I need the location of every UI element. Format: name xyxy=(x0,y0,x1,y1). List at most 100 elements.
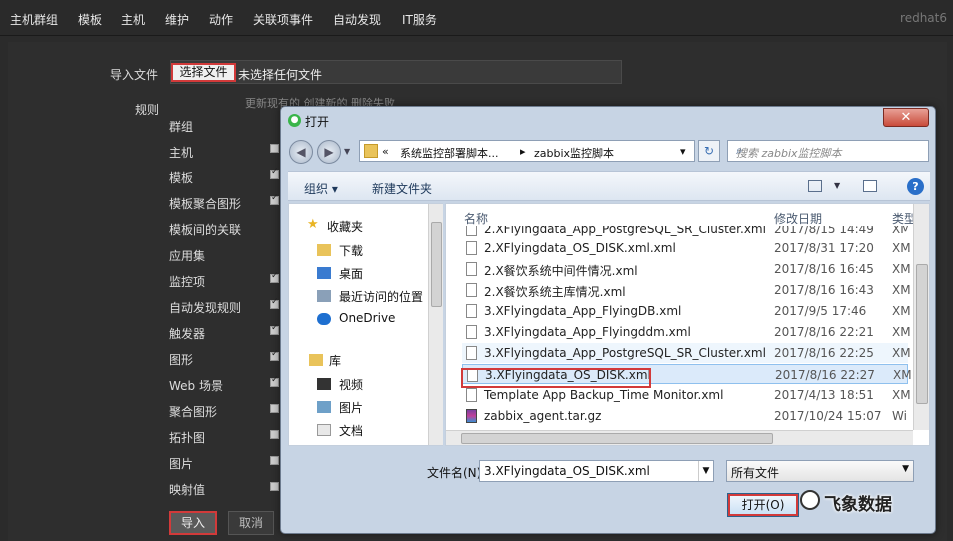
file-list: 名称 修改日期 类型 2.XFlyingdata_App_PostgreSQL_… xyxy=(445,203,930,446)
file-type: XM xyxy=(893,368,912,382)
nav-videos[interactable]: 视频 xyxy=(339,376,363,393)
rule-checkbox[interactable] xyxy=(270,297,279,309)
address-bar[interactable]: « 系统监控部署脚本... ▸ zabbix监控脚本 ▾ xyxy=(359,140,695,162)
rule-label: 模板 xyxy=(169,171,194,185)
nav-host-groups[interactable]: 主机群组 xyxy=(10,11,58,28)
view-dropdown-icon[interactable]: ▼ xyxy=(834,181,840,190)
file-type: Wi xyxy=(892,409,907,423)
nav-discovery[interactable]: 自动发现 xyxy=(333,11,381,28)
filename-dropdown-icon[interactable]: ▼ xyxy=(698,461,713,481)
file-type: XM xyxy=(892,304,911,318)
nav-templates[interactable]: 模板 xyxy=(78,11,102,28)
file-row[interactable]: 2.XFlyingdata_App_PostgreSQL_SR_Cluster.… xyxy=(462,226,908,238)
file-type: XM xyxy=(892,241,911,255)
nav-scroll-thumb[interactable] xyxy=(431,222,442,307)
file-date: 2017/8/16 22:21 xyxy=(774,325,874,339)
nav-actions[interactable]: 动作 xyxy=(209,11,233,28)
back-arrow-icon: ◀ xyxy=(296,145,306,159)
nav-it-services[interactable]: IT服务 xyxy=(402,11,437,28)
rule-label: 自动发现规则 xyxy=(169,301,242,315)
nav-pictures[interactable]: 图片 xyxy=(339,399,363,416)
file-list-vscrollbar[interactable] xyxy=(913,204,929,430)
file-row[interactable]: 3.XFlyingdata_App_Flyingddm.xml 2017/8/1… xyxy=(462,322,911,342)
back-button[interactable]: ◀ xyxy=(289,140,313,164)
history-dropdown-icon[interactable]: ▼ xyxy=(344,147,350,156)
rule-label: 触发器 xyxy=(169,327,206,341)
nav-documents[interactable]: 文档 xyxy=(339,422,363,439)
view-options-icon[interactable] xyxy=(808,180,822,192)
file-row[interactable]: zabbix_agent.tar.gz 2017/10/24 15:07 Wi xyxy=(462,406,908,426)
file-row[interactable]: 2.X餐饮系统中间件情况.xml 2017/8/16 16:45 XM xyxy=(462,259,911,279)
breadcrumb-separator-icon[interactable]: ▸ xyxy=(520,145,526,158)
rule-label: 模板间的关联 xyxy=(169,223,242,237)
wechat-logo-icon xyxy=(800,490,820,510)
user-name[interactable]: redhat6 xyxy=(900,11,947,25)
filetype-select[interactable]: 所有文件 ▼ xyxy=(726,460,914,482)
refresh-button[interactable]: ↻ xyxy=(698,140,720,162)
file-date: 2017/8/16 16:45 xyxy=(774,262,874,276)
import-button[interactable]: 导入 xyxy=(169,511,217,535)
rule-checkbox[interactable] xyxy=(270,144,279,153)
filename-input[interactable]: 3.XFlyingdata_OS_DISK.xml ▼ xyxy=(479,460,714,482)
help-icon[interactable]: ? xyxy=(907,178,924,195)
breadcrumb-segment-1[interactable]: 系统监控部署脚本... xyxy=(400,145,499,161)
library-icon xyxy=(309,354,323,366)
xml-file-icon xyxy=(466,325,477,339)
new-folder-button[interactable]: 新建文件夹 xyxy=(372,180,432,197)
rule-checkbox[interactable] xyxy=(270,167,279,179)
organize-menu[interactable]: 组织 ▾ xyxy=(304,180,338,197)
file-row[interactable]: Template App Backup_Time Monitor.xml 201… xyxy=(462,385,911,405)
rule-checkbox[interactable] xyxy=(270,271,279,283)
nav-maintenance[interactable]: 维护 xyxy=(165,11,189,28)
nav-favorites[interactable]: 收藏夹 xyxy=(327,218,363,235)
file-name: 2.XFlyingdata_App_PostgreSQL_SR_Cluster.… xyxy=(484,226,766,236)
choose-file-button[interactable]: 选择文件 xyxy=(171,63,236,82)
vscroll-thumb[interactable] xyxy=(916,264,928,404)
file-row[interactable]: 2.X餐饮系统主库情况.xml 2017/8/16 16:43 XM xyxy=(462,280,911,300)
preview-pane-icon[interactable] xyxy=(863,180,877,192)
forward-button[interactable]: ▶ xyxy=(317,140,341,164)
xml-file-icon xyxy=(466,388,477,402)
rule-checkbox[interactable] xyxy=(270,375,279,387)
nav-hosts[interactable]: 主机 xyxy=(121,11,145,28)
rule-label: 主机 xyxy=(169,146,194,160)
file-type: XM xyxy=(892,226,908,236)
nav-recent[interactable]: 最近访问的位置 xyxy=(339,288,423,305)
nav-library[interactable]: 库 xyxy=(329,352,341,369)
refresh-icon: ↻ xyxy=(703,144,715,158)
file-type: XM xyxy=(892,283,911,297)
file-date: 2017/10/24 15:07 xyxy=(774,409,882,423)
rule-checkbox[interactable] xyxy=(270,482,279,491)
nav-scrollbar[interactable] xyxy=(428,204,443,445)
rule-checkbox[interactable] xyxy=(270,430,279,439)
file-row[interactable]: 3.XFlyingdata_App_FlyingDB.xml 2017/9/5 … xyxy=(462,301,911,321)
rule-checkbox[interactable] xyxy=(270,349,279,361)
breadcrumb-segment-2[interactable]: zabbix监控脚本 xyxy=(534,145,614,161)
favorites-star-icon: ★ xyxy=(307,217,319,232)
breadcrumb-overflow[interactable]: « xyxy=(382,145,389,158)
search-box[interactable]: 搜索 zabbix监控脚本 ⌕ xyxy=(727,140,929,162)
column-name[interactable]: 名称 xyxy=(464,210,488,227)
filename-value: 3.XFlyingdata_OS_DISK.xml xyxy=(484,464,650,478)
close-button[interactable]: ✕ xyxy=(883,108,929,127)
rule-checkbox[interactable] xyxy=(270,404,279,413)
nav-correlation[interactable]: 关联项事件 xyxy=(253,11,313,28)
file-list-hscrollbar[interactable] xyxy=(446,430,913,445)
watermark-text: 飞象数据 xyxy=(824,495,892,515)
file-row[interactable]: 3.XFlyingdata_App_PostgreSQL_SR_Cluster.… xyxy=(462,343,911,363)
xml-file-icon xyxy=(466,262,477,276)
top-nav: 主机群组 模板 主机 维护 动作 关联项事件 自动发现 IT服务 redhat6 xyxy=(0,0,953,36)
cancel-button[interactable]: 取消 xyxy=(228,511,274,535)
nav-downloads[interactable]: 下载 xyxy=(339,242,363,259)
rule-checkbox[interactable] xyxy=(270,456,279,465)
nav-desktop[interactable]: 桌面 xyxy=(339,265,363,282)
column-modified[interactable]: 修改日期 xyxy=(774,210,822,227)
nav-onedrive[interactable]: OneDrive xyxy=(339,311,395,325)
hscroll-thumb[interactable] xyxy=(461,433,773,444)
xml-file-icon xyxy=(466,241,477,255)
file-row[interactable]: 2.XFlyingdata_OS_DISK.xml.xml 2017/8/31 … xyxy=(462,238,911,258)
recent-places-icon xyxy=(317,290,331,302)
rule-checkbox[interactable] xyxy=(270,193,279,205)
rule-checkbox[interactable] xyxy=(270,323,279,335)
address-dropdown-icon[interactable]: ▾ xyxy=(680,145,686,158)
